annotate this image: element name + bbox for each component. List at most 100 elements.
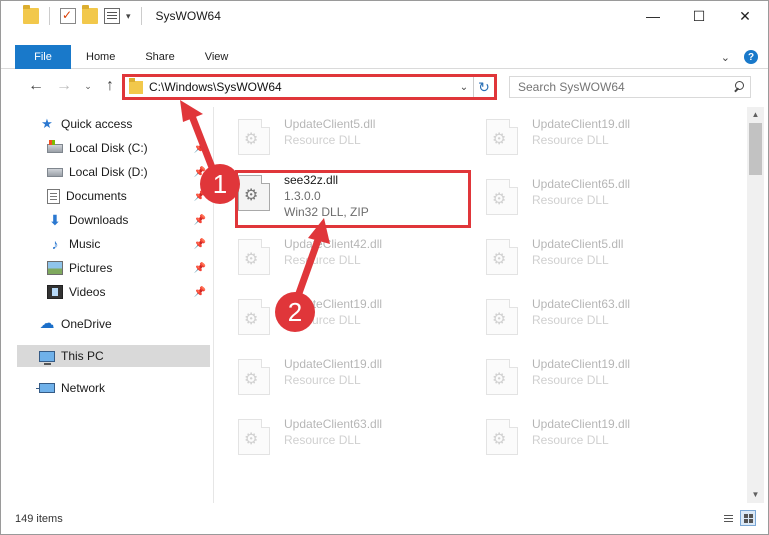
file-list: UpdateClient5.dll Resource DLL see32z.dl…	[214, 107, 747, 503]
status-bar: 149 items	[1, 503, 768, 534]
file-name: UpdateClient42.dll	[284, 237, 383, 251]
search-input[interactable]	[510, 80, 730, 94]
pin-icon[interactable]: 📌	[194, 167, 206, 178]
properties-icon[interactable]	[104, 8, 120, 24]
file-item[interactable]: UpdateClient65.dll Resource DLL	[462, 171, 692, 221]
file-type: Resource DLL	[532, 193, 609, 207]
sidebar-item-label: Local Disk (C:)	[69, 141, 148, 155]
file-item[interactable]: UpdateClient42.dll Resource DLL	[214, 231, 444, 281]
sidebar-item-onedrive[interactable]: ☁ OneDrive	[39, 313, 210, 335]
sidebar-item-downloads[interactable]: ⬇ Downloads 📌	[47, 209, 210, 231]
pin-icon[interactable]: 📌	[194, 215, 206, 226]
window-controls: — ☐ ✕	[630, 1, 768, 31]
dll-file-icon	[486, 239, 518, 275]
file-name: UpdateClient19.dll	[532, 357, 631, 371]
properties-check-icon[interactable]	[60, 8, 76, 24]
file-item[interactable]: UpdateClient19.dll Resource DLL	[462, 351, 692, 401]
dll-file-icon	[486, 299, 518, 335]
pin-icon[interactable]: 📌	[194, 263, 206, 274]
pin-icon[interactable]: 📌	[194, 287, 206, 298]
scroll-thumb[interactable]	[749, 123, 762, 175]
file-name: UpdateClient63.dll	[284, 417, 383, 431]
title-divider	[140, 7, 142, 25]
dll-file-icon	[238, 419, 270, 455]
file-item[interactable]: UpdateClient19.dll Resource DLL	[214, 351, 444, 401]
file-name: UpdateClient19.dll	[532, 117, 631, 131]
pin-icon[interactable]: 📌	[194, 143, 206, 154]
file-type: Resource DLL	[284, 253, 361, 267]
customize-toolbar-dropdown[interactable]: ▾	[126, 11, 131, 22]
file-item[interactable]: UpdateClient5.dll Resource DLL	[214, 111, 444, 161]
address-dropdown-chevron-icon[interactable]: ⌄	[455, 82, 473, 93]
sidebar-item-pictures[interactable]: Pictures 📌	[47, 257, 210, 279]
recent-locations-dropdown[interactable]: ⌄	[81, 75, 95, 97]
view-toggle	[720, 510, 756, 526]
file-name: UpdateClient5.dll	[284, 117, 376, 131]
sidebar-item-label: Local Disk (D:)	[69, 165, 148, 179]
file-item[interactable]: UpdateClient19.dll Resource DLL	[462, 411, 692, 461]
address-bar[interactable]: C:\Windows\SysWOW64 ⌄ ↻	[122, 74, 497, 100]
dll-file-icon	[238, 299, 270, 335]
vertical-scrollbar[interactable]: ▲ ▼	[747, 107, 764, 503]
tab-file[interactable]: File	[15, 45, 71, 69]
file-item[interactable]: UpdateClient63.dll Resource DLL	[462, 291, 692, 341]
navigation-pane: ★ Quick access Local Disk (C:) 📌 Local D…	[1, 107, 213, 503]
sidebar-item-quick-access[interactable]: ★ Quick access	[39, 113, 210, 135]
file-type: Resource DLL	[284, 313, 361, 327]
ribbon-tabs: File Home Share View ⌄ ?	[1, 45, 768, 69]
target-file-highlight	[235, 170, 471, 228]
search-icon[interactable]	[730, 77, 750, 97]
expand-ribbon-chevron-icon[interactable]: ⌄	[721, 51, 730, 64]
file-name: UpdateClient65.dll	[532, 177, 631, 191]
up-button[interactable]: ↑	[99, 75, 121, 97]
tab-share[interactable]: Share	[130, 45, 189, 68]
tab-view[interactable]: View	[190, 45, 244, 68]
maximize-button[interactable]: ☐	[676, 1, 722, 31]
address-path[interactable]: C:\Windows\SysWOW64	[149, 80, 455, 94]
file-type: Resource DLL	[284, 373, 361, 387]
pin-icon[interactable]: 📌	[194, 191, 206, 202]
download-icon: ⬇	[49, 212, 61, 228]
file-type: Resource DLL	[532, 373, 609, 387]
search-box[interactable]	[509, 76, 751, 98]
file-item[interactable]: UpdateClient19.dll Resource DLL	[214, 291, 444, 341]
sidebar-item-this-pc[interactable]: This PC	[17, 345, 210, 367]
scroll-down-arrow-icon[interactable]: ▼	[747, 487, 764, 503]
folder-icon	[129, 77, 143, 94]
item-count: 149 items	[15, 512, 63, 525]
pin-icon[interactable]: 📌	[194, 239, 206, 250]
title-bar: ▾ SysWOW64 — ☐ ✕	[1, 1, 768, 31]
sidebar-item-label: Network	[61, 381, 106, 395]
explorer-window: ▾ SysWOW64 — ☐ ✕ File Home Share View ⌄ …	[0, 0, 769, 535]
quick-access-toolbar: ▾ SysWOW64	[1, 1, 221, 31]
details-view-icon[interactable]	[720, 510, 736, 526]
file-item[interactable]: UpdateClient63.dll Resource DLL	[214, 411, 444, 461]
refresh-icon[interactable]: ↻	[474, 79, 494, 96]
large-icons-view-icon[interactable]	[740, 510, 756, 526]
file-name: UpdateClient63.dll	[532, 297, 631, 311]
sidebar-item-music[interactable]: ♪ Music 📌	[47, 233, 210, 255]
back-button[interactable]: ←	[25, 75, 47, 97]
help-icon[interactable]: ?	[744, 50, 758, 64]
sidebar-item-network[interactable]: Network	[36, 377, 210, 399]
sidebar-item-label: Quick access	[61, 117, 133, 131]
music-icon: ♪	[51, 236, 59, 252]
sidebar-item-local-disk-c[interactable]: Local Disk (C:) 📌	[47, 137, 210, 159]
document-icon	[47, 188, 60, 204]
dll-file-icon	[486, 419, 518, 455]
sidebar-item-local-disk-d[interactable]: Local Disk (D:) 📌	[47, 161, 210, 183]
scroll-up-arrow-icon[interactable]: ▲	[747, 107, 764, 123]
close-button[interactable]: ✕	[722, 1, 768, 31]
file-item[interactable]: UpdateClient5.dll Resource DLL	[462, 231, 692, 281]
file-name: UpdateClient19.dll	[284, 357, 383, 371]
sidebar-item-documents[interactable]: Documents 📌	[47, 185, 210, 207]
sidebar-item-videos[interactable]: Videos 📌	[47, 281, 210, 303]
minimize-button[interactable]: —	[630, 1, 676, 31]
file-item[interactable]: UpdateClient19.dll Resource DLL	[462, 111, 692, 161]
file-type: Resource DLL	[532, 253, 609, 267]
forward-button[interactable]: →	[53, 75, 75, 97]
new-folder-icon[interactable]	[82, 5, 98, 24]
dll-file-icon	[238, 239, 270, 275]
folder-icon[interactable]	[23, 5, 39, 24]
tab-home[interactable]: Home	[71, 45, 130, 68]
